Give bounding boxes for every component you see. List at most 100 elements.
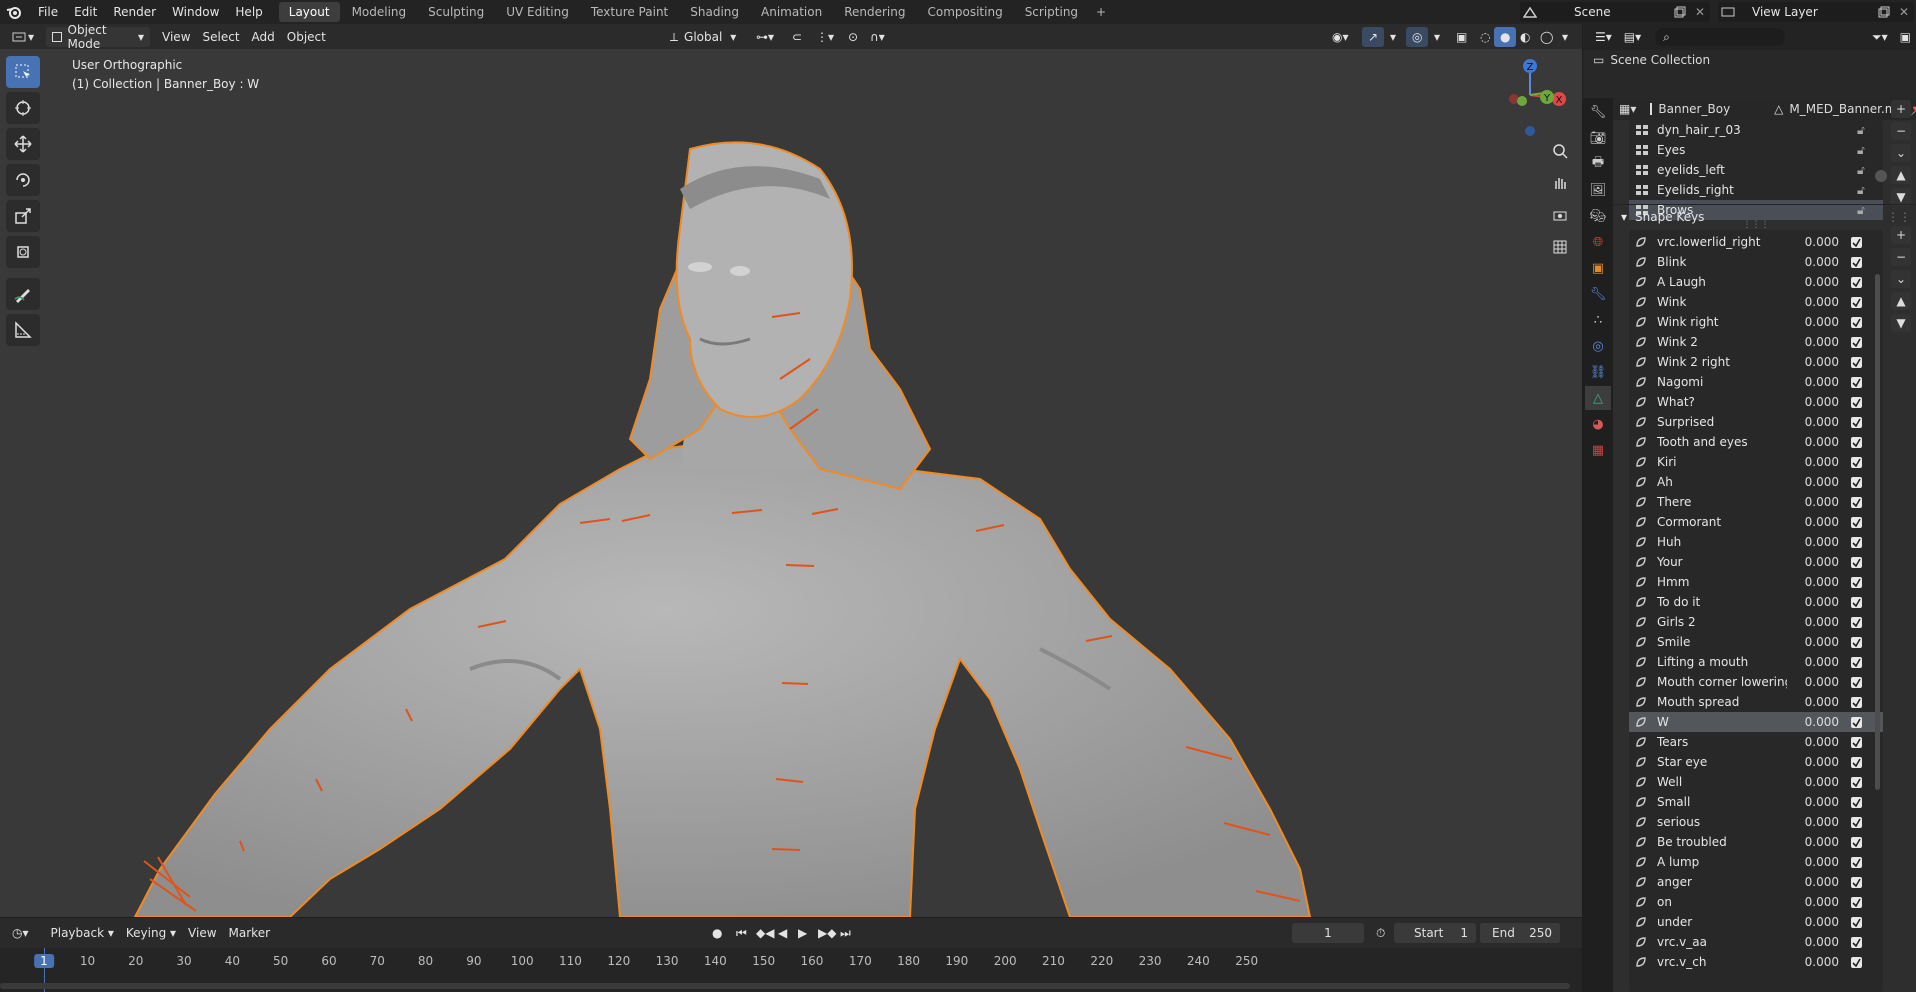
tab-uv-editing[interactable]: UV Editing <box>496 2 579 22</box>
menu-keying[interactable]: Keying ▾ <box>120 923 182 943</box>
proportional-editing-icon[interactable]: ⊙ <box>842 27 864 47</box>
chevron-down-icon[interactable]: ▾ <box>1556 27 1574 47</box>
scene-selector[interactable]: Scene ✕ <box>1520 2 1710 22</box>
shape-key-mute-checkbox[interactable] <box>1851 476 1862 488</box>
pivot-point-icon[interactable]: ⊶▾ <box>750 27 780 47</box>
move-up-icon[interactable]: ▲ <box>1891 166 1911 184</box>
shape-key-item[interactable]: serious 0.000 <box>1629 812 1883 832</box>
move-up-icon[interactable]: ▲ <box>1891 292 1911 310</box>
texture-icon[interactable]: ▦ <box>1585 438 1611 462</box>
shape-key-value[interactable]: 0.000 <box>1787 775 1839 789</box>
camera-icon[interactable] <box>1546 202 1574 228</box>
shape-key-value[interactable]: 0.000 <box>1787 855 1839 869</box>
menu-edit[interactable]: Edit <box>66 0 105 24</box>
visibility-eye-icon[interactable]: ◉▾ <box>1326 27 1355 47</box>
shape-key-mute-checkbox[interactable] <box>1851 596 1862 608</box>
shape-key-mute-checkbox[interactable] <box>1851 316 1862 328</box>
character-model[interactable] <box>0 49 1582 917</box>
shape-key-item[interactable]: Girls 2 0.000 <box>1629 612 1883 632</box>
particles-icon[interactable]: ∴ <box>1585 308 1611 332</box>
render-icon[interactable]: 📷︎ <box>1585 126 1611 150</box>
navigation-gizmo[interactable]: Z X Y <box>1490 49 1570 139</box>
mesh-name[interactable]: M_MED_Banner.md <box>1789 102 1904 116</box>
shape-key-item[interactable]: A Laugh 0.000 <box>1629 272 1883 292</box>
menu-timeline-view[interactable]: View <box>182 923 222 943</box>
menu-file[interactable]: File <box>30 0 66 24</box>
shape-key-value[interactable]: 0.000 <box>1787 575 1839 589</box>
shape-key-mute-checkbox[interactable] <box>1851 696 1862 708</box>
shape-key-value[interactable]: 0.000 <box>1787 635 1839 649</box>
tab-layout[interactable]: Layout <box>278 2 340 22</box>
orientation-dropdown[interactable]: ⟂ Global ▾ <box>664 27 742 47</box>
shape-key-value[interactable]: 0.000 <box>1787 955 1839 969</box>
shape-key-item[interactable]: Tooth and eyes 0.000 <box>1629 432 1883 452</box>
tab-compositing[interactable]: Compositing <box>917 2 1012 22</box>
constraints-icon[interactable]: ⛓︎ <box>1585 360 1611 384</box>
shape-key-value[interactable]: 0.000 <box>1787 915 1839 929</box>
vertex-group-item[interactable]: dyn_hair_r_03 🔓︎ <box>1629 120 1883 140</box>
tab-shading[interactable]: Shading <box>680 2 749 22</box>
shape-key-mute-checkbox[interactable] <box>1851 656 1862 668</box>
shape-key-mute-checkbox[interactable] <box>1851 556 1862 568</box>
menu-add[interactable]: Add <box>246 27 281 47</box>
shape-key-value[interactable]: 0.000 <box>1787 275 1839 289</box>
shape-key-item[interactable]: Tears 0.000 <box>1629 732 1883 752</box>
timeline-editor-icon[interactable]: ◷▾ <box>6 923 35 943</box>
shape-key-value[interactable]: 0.000 <box>1787 435 1839 449</box>
outliner-row[interactable]: ▭ Scene Collection <box>1583 50 1916 70</box>
timeline-ruler[interactable]: 1 10 20 30 40 50 60 70 80 90 100 110 120 130 140 150 160… <box>0 948 1582 992</box>
shape-key-mute-checkbox[interactable] <box>1851 436 1862 448</box>
shape-key-item[interactable]: Your 0.000 <box>1629 552 1883 572</box>
add-workspace-icon[interactable]: + <box>1090 2 1112 22</box>
copy-view-layer-icon[interactable] <box>1874 2 1894 22</box>
shape-key-value[interactable]: 0.000 <box>1787 715 1839 729</box>
close-icon[interactable]: ✕ <box>1894 2 1914 22</box>
copy-scene-icon[interactable] <box>1670 2 1690 22</box>
shape-key-item[interactable]: on 0.000 <box>1629 892 1883 912</box>
shape-key-item[interactable]: Huh 0.000 <box>1629 532 1883 552</box>
output-icon[interactable]: 🖶︎ <box>1585 152 1611 176</box>
shape-key-value[interactable]: 0.000 <box>1787 535 1839 549</box>
object-icon[interactable]: ▣ <box>1585 256 1611 280</box>
start-frame-field[interactable]: Start 1 <box>1394 923 1476 943</box>
overlays-toggle-icon[interactable]: ◎ <box>1406 27 1429 47</box>
snap-icon[interactable]: ⊂ <box>786 27 808 47</box>
new-collection-icon[interactable]: ▣ <box>1894 27 1916 47</box>
shape-key-value[interactable]: 0.000 <box>1787 255 1839 269</box>
shape-key-item[interactable]: Star eye 0.000 <box>1629 752 1883 772</box>
scene-icon[interactable]: 🎭︎ <box>1585 204 1611 228</box>
tool-icon[interactable]: 🔧︎ <box>1585 100 1611 124</box>
modifier-icon[interactable]: 🔧︎ <box>1585 282 1611 306</box>
editor-type-icon[interactable]: ▾ <box>6 27 40 47</box>
display-mode-icon[interactable]: ▤▾ <box>1618 27 1647 47</box>
remove-icon[interactable]: − <box>1891 248 1911 266</box>
shape-key-mute-checkbox[interactable] <box>1851 536 1862 548</box>
shape-key-item[interactable]: Small 0.000 <box>1629 792 1883 812</box>
vertex-group-item[interactable]: eyelids_left 🔓︎ <box>1629 160 1883 180</box>
shape-key-item[interactable]: Hmm 0.000 <box>1629 572 1883 592</box>
shape-key-item[interactable]: Kiri 0.000 <box>1629 452 1883 472</box>
drag-handle-icon[interactable]: ⋮⋮ <box>1887 210 1911 224</box>
shape-key-mute-checkbox[interactable] <box>1851 396 1862 408</box>
shape-key-item[interactable]: vrc.v_ch 0.000 <box>1629 952 1883 972</box>
shape-key-mute-checkbox[interactable] <box>1851 876 1862 888</box>
shape-key-mute-checkbox[interactable] <box>1851 776 1862 788</box>
move-tool-icon[interactable] <box>6 128 40 160</box>
outliner-search-input[interactable]: ⌕ <box>1655 28 1786 46</box>
object-name[interactable]: Banner_Boy <box>1658 102 1730 116</box>
menu-select[interactable]: Select <box>197 27 246 47</box>
shape-key-value[interactable]: 0.000 <box>1787 895 1839 909</box>
grid-icon[interactable] <box>1546 234 1574 260</box>
shape-key-mute-checkbox[interactable] <box>1851 516 1862 528</box>
hand-pan-icon[interactable] <box>1546 170 1574 196</box>
filter-icon[interactable]: ⏷▾ <box>1866 27 1894 47</box>
3d-viewport[interactable]: User Orthographic (1) Collection | Banne… <box>0 49 1582 917</box>
shape-key-item[interactable]: W 0.000 <box>1629 712 1883 732</box>
menu-view[interactable]: View <box>156 27 196 47</box>
shape-key-mute-checkbox[interactable] <box>1851 936 1862 948</box>
shape-key-value[interactable]: 0.000 <box>1787 795 1839 809</box>
xray-toggle-icon[interactable]: ▣ <box>1450 27 1473 47</box>
shape-key-item[interactable]: Ah 0.000 <box>1629 472 1883 492</box>
play-icon[interactable]: ▶ <box>792 923 813 943</box>
shape-key-value[interactable]: 0.000 <box>1787 655 1839 669</box>
